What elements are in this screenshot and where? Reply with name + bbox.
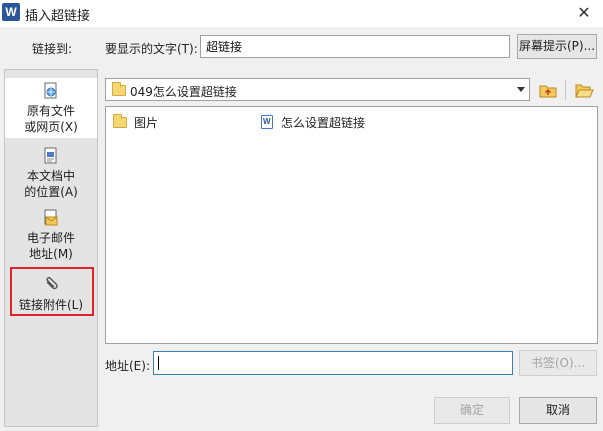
close-icon[interactable]: ✕ — [572, 2, 596, 24]
file-web-icon — [44, 82, 57, 99]
sidebar-item-label: 地址(M) — [29, 247, 73, 261]
address-label: 地址(E): — [105, 359, 150, 373]
display-text-input[interactable] — [200, 35, 510, 58]
ok-button[interactable]: 确定 — [434, 397, 510, 424]
list-item-document[interactable]: 怎么设置超链接 — [260, 113, 390, 131]
chevron-down-icon — [517, 87, 525, 92]
sidebar-item-email[interactable]: 电子邮件 地址(M) — [5, 207, 97, 267]
word-doc-icon — [261, 115, 273, 129]
dialog-title: 插入超链接 — [25, 9, 91, 24]
sidebar-item-label: 原有文件 — [26, 104, 75, 118]
folder-dropdown[interactable]: 049怎么设置超链接 — [105, 78, 530, 101]
sidebar-item-label: 电子邮件 — [26, 231, 75, 245]
wps-writer-icon: W — [2, 3, 20, 21]
folder-icon — [112, 82, 126, 96]
link-to-sidebar: 原有文件 或网页(X) 本文档中 的位置(A) 电子邮件 地址(M) 链接附件(… — [4, 69, 98, 427]
list-item-label: 图片 — [134, 116, 159, 130]
sidebar-item-label: 或网页(X) — [24, 120, 78, 134]
folder-icon — [113, 114, 127, 128]
current-folder-name: 049怎么设置超链接 — [130, 85, 237, 99]
cancel-button[interactable]: 取消 — [519, 397, 597, 424]
bookmark-button[interactable]: 书签(O)... — [519, 350, 597, 376]
list-item-label: 怎么设置超链接 — [281, 116, 366, 130]
list-item-folder[interactable]: 图片 — [112, 113, 232, 131]
sidebar-item-existing-file[interactable]: 原有文件 或网页(X) — [5, 78, 97, 138]
screen-tip-button[interactable]: 屏幕提示(P)... — [517, 34, 597, 59]
folder-up-icon[interactable] — [538, 80, 558, 100]
document-place-icon — [44, 147, 57, 164]
text-caret — [158, 356, 159, 370]
toolbar-divider — [565, 80, 566, 100]
sidebar-item-this-document[interactable]: 本文档中 的位置(A) — [5, 145, 97, 205]
sidebar-item-label: 本文档中 — [26, 169, 75, 183]
email-icon — [44, 209, 58, 226]
display-text-label: 要显示的文字(T): — [105, 42, 198, 56]
sidebar-item-label: 的位置(A) — [24, 185, 78, 199]
file-list[interactable]: 图片 怎么设置超链接 — [105, 106, 598, 344]
link-to-label: 链接到: — [32, 42, 73, 56]
address-input[interactable] — [153, 351, 513, 375]
attachment-highlight-box — [10, 267, 94, 316]
folder-open-icon[interactable] — [574, 80, 594, 100]
title-bar: W 插入超链接 ✕ — [0, 0, 603, 27]
